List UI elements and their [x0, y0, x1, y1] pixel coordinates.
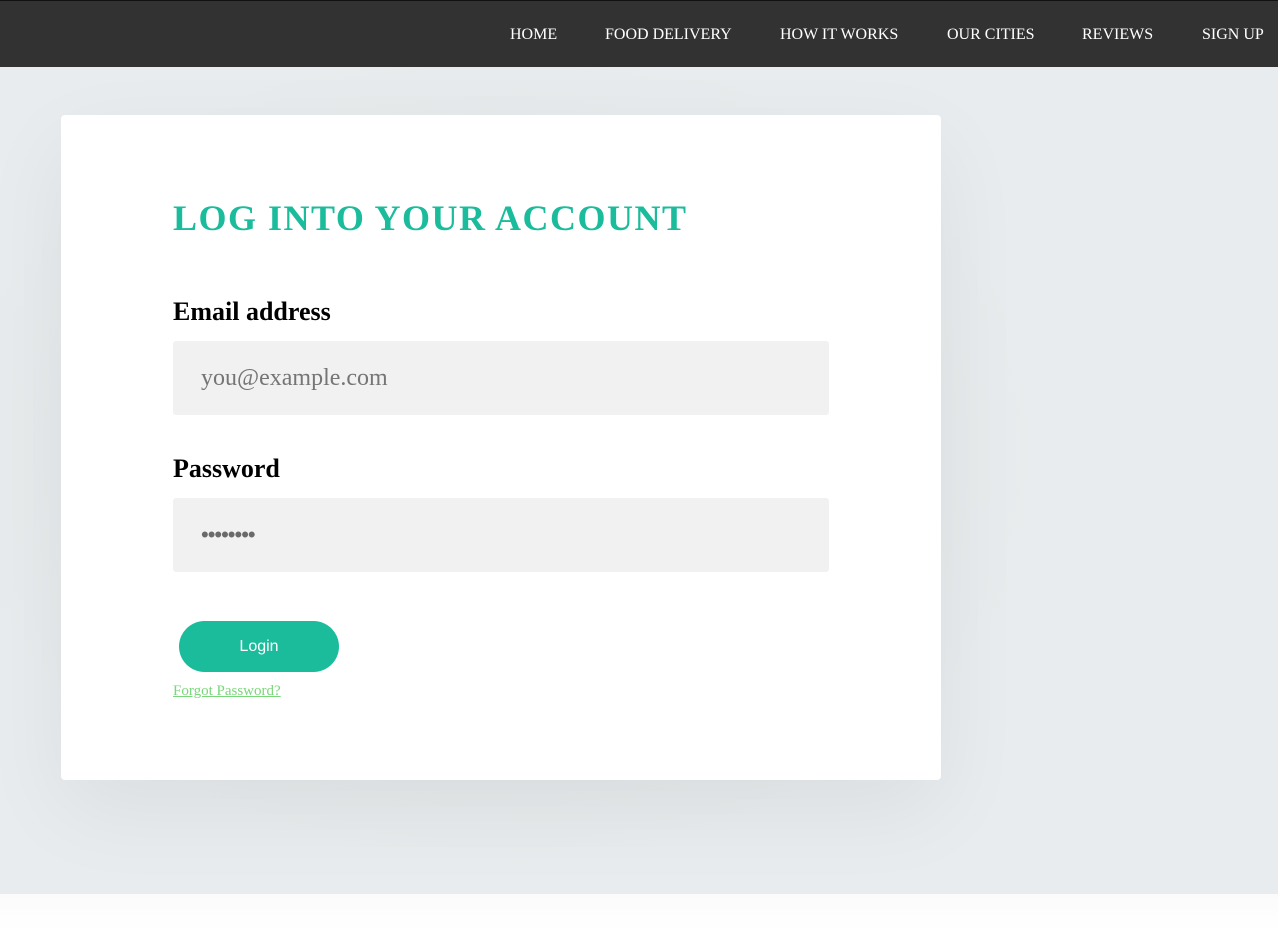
nav-reviews-link[interactable]: REVIEWS	[1082, 25, 1153, 45]
nav-our-cities-link[interactable]: OUR CITIES	[947, 25, 1035, 45]
email-input[interactable]	[173, 341, 829, 415]
page-footer-area	[0, 894, 1278, 931]
email-label: Email address	[173, 297, 331, 326]
forgot-password-link[interactable]: Forgot Password?	[173, 683, 281, 700]
nav-sign-up-link[interactable]: SIGN UP	[1202, 25, 1264, 45]
login-section: LOG INTO YOUR ACCOUNT Email address Pass…	[0, 67, 1278, 894]
password-label: Password	[173, 454, 280, 483]
top-navbar: HOME FOOD DELIVERY HOW IT WORKS OUR CITI…	[0, 0, 1278, 67]
login-button[interactable]: Login	[179, 621, 339, 672]
nav-how-it-works-link[interactable]: HOW IT WORKS	[780, 25, 898, 45]
password-input[interactable]	[173, 498, 829, 572]
login-title: LOG INTO YOUR ACCOUNT	[173, 198, 688, 238]
nav-home-link[interactable]: HOME	[510, 25, 557, 45]
login-card: LOG INTO YOUR ACCOUNT Email address Pass…	[61, 115, 941, 780]
nav-food-delivery-link[interactable]: FOOD DELIVERY	[605, 25, 732, 45]
